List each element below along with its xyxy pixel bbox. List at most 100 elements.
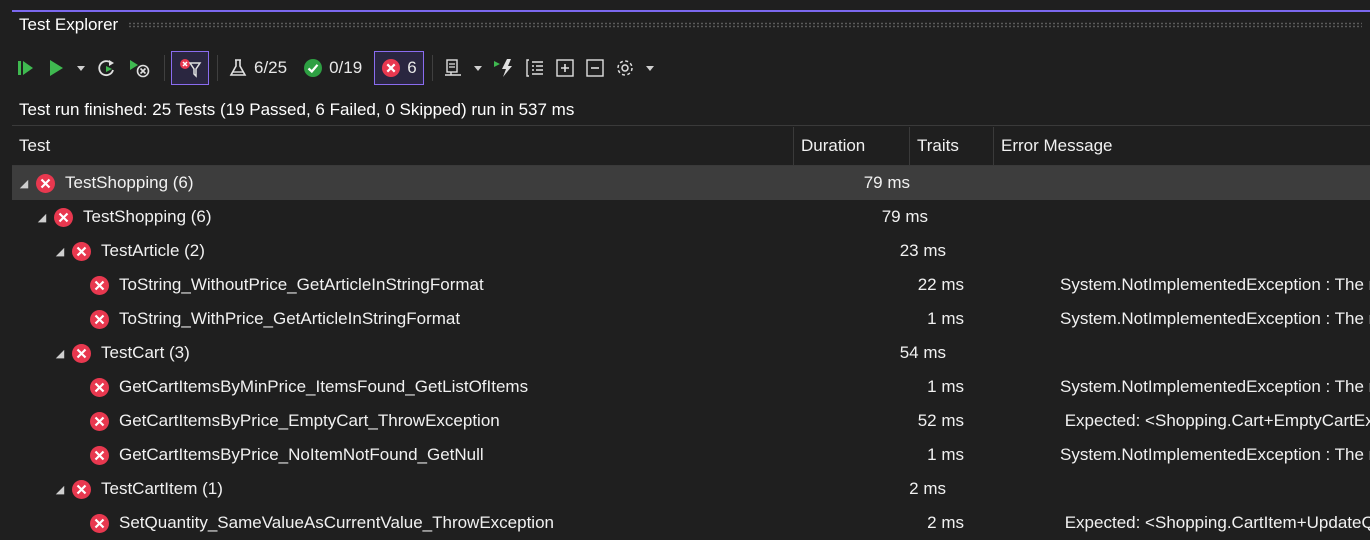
table-row[interactable]: ◢ TestArticle (2) 23 ms: [12, 234, 1370, 268]
expand-all-icon: [555, 59, 574, 77]
test-name-cell[interactable]: ◢GetCartItemsByMinPrice_ItemsFound_GetLi…: [12, 377, 854, 397]
failed-count: 6: [407, 58, 417, 77]
duration-cell: 1 ms: [927, 445, 964, 464]
test-name: GetCartItemsByPrice_NoItemNotFound_GetNu…: [119, 445, 484, 464]
duration-cell: 2 ms: [927, 513, 964, 532]
filter-icon: [180, 59, 202, 78]
run-icon: [50, 60, 63, 76]
collapse-all-button[interactable]: [581, 52, 609, 84]
expand-toggle-icon[interactable]: ◢: [54, 347, 66, 360]
title-grip[interactable]: [128, 22, 1362, 28]
settings-button[interactable]: [611, 52, 639, 84]
failed-icon: [90, 309, 109, 329]
table-row[interactable]: ◢ToString_WithoutPrice_GetArticleInStrin…: [12, 268, 1370, 302]
test-name: TestCartItem (1): [101, 479, 223, 498]
test-name-cell[interactable]: ◢ TestCart (3): [12, 343, 836, 363]
expand-toggle-icon[interactable]: ◢: [54, 245, 66, 258]
failed-icon: [90, 445, 109, 465]
duration-cell: 79 ms: [863, 173, 910, 192]
duration-cell: 52 ms: [917, 411, 964, 430]
table-row[interactable]: ◢ToString_WithPrice_GetArticleInStringFo…: [12, 302, 1370, 336]
test-name: GetCartItemsByMinPrice_ItemsFound_GetLis…: [119, 377, 529, 396]
run-dropdown-button[interactable]: [72, 52, 90, 84]
run-failed-icon: [130, 60, 150, 78]
table-row[interactable]: ◢ TestShopping (6) 79 ms: [12, 166, 1370, 200]
error-message-cell: System.NotImplementedException : The m: [1060, 275, 1370, 294]
test-name: GetCartItemsByPrice_EmptyCart_ThrowExcep…: [119, 411, 500, 430]
table-row[interactable]: ◢GetCartItemsByMinPrice_ItemsFound_GetLi…: [12, 370, 1370, 404]
test-name: TestCart (3): [101, 343, 190, 362]
test-name: ToString_WithoutPrice_GetArticleInString…: [119, 275, 484, 294]
expand-all-button[interactable]: [551, 52, 579, 84]
repeat-last-run-button[interactable]: [92, 52, 122, 84]
error-message-cell: System.NotImplementedException : The m: [1060, 445, 1370, 464]
table-row[interactable]: ◢ TestShopping (6) 79 ms: [12, 200, 1370, 234]
test-name-cell[interactable]: ◢GetCartItemsByPrice_EmptyCart_ThrowExce…: [12, 411, 854, 431]
duration-cell: 1 ms: [927, 377, 964, 396]
test-name: ToString_WithPrice_GetArticleInStringFor…: [119, 309, 461, 328]
failed-icon: [90, 377, 109, 397]
expand-toggle-icon[interactable]: ◢: [54, 483, 66, 496]
run-failed-tests-button[interactable]: [124, 52, 156, 84]
passed-tests-button[interactable]: 0/19: [299, 52, 366, 84]
error-message-cell: System.NotImplementedException : The m: [1060, 309, 1370, 328]
toolbar-separator: [217, 55, 218, 81]
test-name: SetQuantity_SameValueAsCurrentValue_Thro…: [119, 513, 554, 532]
group-icon: [525, 59, 543, 77]
expand-toggle-icon[interactable]: ◢: [36, 211, 48, 224]
run-button[interactable]: [42, 52, 70, 84]
test-name-cell[interactable]: ◢GetCartItemsByPrice_NoItemNotFound_GetN…: [12, 445, 854, 465]
table-header: Test Duration Traits Error Message: [12, 127, 1370, 166]
tested-count: 6/25: [254, 58, 288, 77]
dropdown-icon: [645, 66, 654, 71]
failed-tests-button[interactable]: 6: [374, 51, 424, 85]
failed-icon: [72, 479, 91, 499]
table-row[interactable]: ◢ TestCart (3) 54 ms: [12, 336, 1370, 370]
expand-toggle-icon[interactable]: ◢: [18, 177, 30, 190]
settings-dropdown-button[interactable]: [641, 52, 659, 84]
table-row[interactable]: ◢GetCartItemsByPrice_NoItemNotFound_GetN…: [12, 438, 1370, 472]
passed-icon: [304, 59, 323, 77]
failed-icon: [90, 275, 109, 295]
test-name-cell[interactable]: ◢ToString_WithPrice_GetArticleInStringFo…: [12, 309, 854, 329]
column-header-traits[interactable]: Traits: [910, 127, 994, 165]
test-name: TestArticle (2): [101, 241, 205, 260]
failed-icon: [72, 241, 91, 261]
test-tree: ◢ TestShopping (6) 79 ms ◢ TestShopping (6) 7…: [12, 166, 1370, 540]
column-header-test[interactable]: Test: [12, 127, 794, 165]
live-unit-testing-button[interactable]: [489, 52, 519, 84]
group-by-button[interactable]: [521, 52, 549, 84]
tests-run-counter-button[interactable]: 6/25: [224, 52, 291, 84]
failed-icon: [90, 411, 109, 431]
run-all-icon: [18, 61, 33, 75]
failed-icon: [90, 513, 109, 533]
test-name-cell[interactable]: ◢ TestShopping (6): [12, 207, 818, 227]
table-row[interactable]: ◢GetCartItemsByPrice_EmptyCart_ThrowExce…: [12, 404, 1370, 438]
table-row[interactable]: ◢ TestCartItem (1) 2 ms: [12, 472, 1370, 506]
failed-icon: [36, 173, 55, 193]
playlist-dropdown-button[interactable]: [469, 52, 487, 84]
flask-icon: [229, 59, 247, 76]
error-message-cell: Expected: <Shopping.Cart+EmptyCartExc: [1060, 411, 1370, 430]
settings-icon: [616, 60, 633, 76]
playlist-button[interactable]: [439, 52, 467, 84]
playlist-icon: [444, 59, 461, 76]
live-unit-testing-icon: [493, 59, 512, 77]
test-name-cell[interactable]: ◢ TestArticle (2): [12, 241, 836, 261]
test-name-cell[interactable]: ◢ TestShopping (6): [12, 173, 800, 193]
window-title: Test Explorer: [19, 15, 119, 34]
repeat-last-run-icon: [98, 60, 114, 77]
window-title-bar[interactable]: Test Explorer: [12, 12, 1370, 38]
filter-failed-button[interactable]: [171, 51, 209, 85]
column-header-error-message[interactable]: Error Message: [994, 127, 1370, 165]
duration-cell: 23 ms: [899, 241, 946, 260]
test-results-table: Test Duration Traits Error Message ◢ Test…: [12, 127, 1370, 540]
toolbar-separator: [164, 55, 165, 81]
test-name: TestShopping (6): [83, 207, 212, 226]
dropdown-icon: [473, 66, 482, 71]
run-all-tests-button[interactable]: [12, 52, 40, 84]
test-name-cell[interactable]: ◢ TestCartItem (1): [12, 479, 836, 499]
column-header-duration[interactable]: Duration: [794, 127, 910, 165]
test-name-cell[interactable]: ◢SetQuantity_SameValueAsCurrentValue_Thr…: [12, 513, 854, 533]
test-name-cell[interactable]: ◢ToString_WithoutPrice_GetArticleInStrin…: [12, 275, 854, 295]
